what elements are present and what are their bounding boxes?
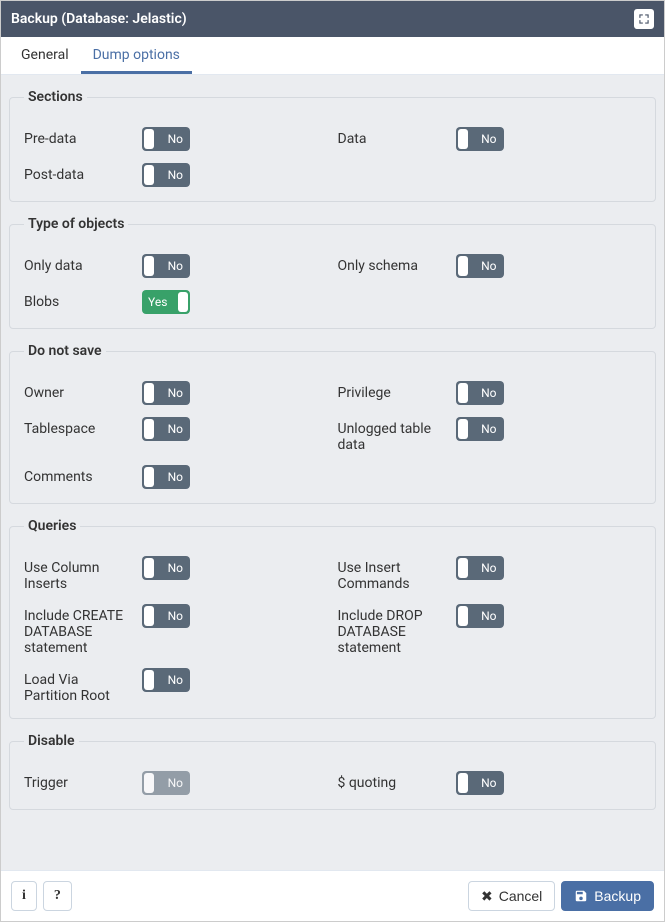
toggle-privilege[interactable]: No: [456, 381, 504, 405]
label-data: Data: [338, 127, 448, 147]
cancel-label: Cancel: [499, 888, 543, 904]
save-icon: [574, 889, 588, 903]
legend-disable: Disable: [24, 733, 79, 749]
label-use-insert-commands: Use Insert Commands: [338, 556, 448, 592]
cancel-button[interactable]: ✖ Cancel: [468, 881, 555, 911]
label-unlogged: Unlogged table data: [338, 417, 448, 453]
toggle-post-data[interactable]: No: [142, 163, 190, 187]
toggle-owner[interactable]: No: [142, 381, 190, 405]
dialog-footer: i ? ✖ Cancel Backup: [1, 870, 664, 921]
toggle-trigger: No: [142, 771, 190, 795]
info-button[interactable]: i: [11, 881, 37, 911]
legend-sections: Sections: [24, 89, 87, 105]
maximize-icon[interactable]: [634, 9, 654, 29]
info-icon: i: [22, 888, 26, 904]
group-do-not-save: Do not save Owner No Privilege No Tables…: [9, 343, 656, 504]
tab-dump-options[interactable]: Dump options: [81, 37, 192, 74]
label-pre-data: Pre-data: [24, 127, 134, 147]
dialog-title: Backup (Database: Jelastic): [11, 11, 634, 27]
label-blobs: Blobs: [24, 290, 134, 310]
label-tablespace: Tablespace: [24, 417, 134, 437]
backup-dialog: Backup (Database: Jelastic) General Dump…: [0, 0, 665, 922]
label-include-drop: Include DROP DATABASE statement: [338, 604, 448, 656]
group-sections: Sections Pre-data No Data No Post-data N…: [9, 89, 656, 202]
toggle-use-column-inserts[interactable]: No: [142, 556, 190, 580]
legend-queries: Queries: [24, 518, 80, 534]
label-use-column-inserts: Use Column Inserts: [24, 556, 134, 592]
toggle-only-data[interactable]: No: [142, 254, 190, 278]
legend-do-not-save: Do not save: [24, 343, 106, 359]
toggle-use-insert-commands[interactable]: No: [456, 556, 504, 580]
help-button[interactable]: ?: [43, 881, 72, 911]
toggle-data[interactable]: No: [456, 127, 504, 151]
label-include-create: Include CREATE DATABASE statement: [24, 604, 134, 656]
toggle-unlogged[interactable]: No: [456, 417, 504, 441]
toggle-pre-data[interactable]: No: [142, 127, 190, 151]
dialog-header: Backup (Database: Jelastic): [1, 1, 664, 37]
label-post-data: Post-data: [24, 163, 134, 183]
close-icon: ✖: [481, 889, 493, 903]
toggle-include-drop[interactable]: No: [456, 604, 504, 628]
help-icon: ?: [54, 888, 61, 904]
toggle-tablespace[interactable]: No: [142, 417, 190, 441]
group-queries: Queries Use Column Inserts No Use Insert…: [9, 518, 656, 719]
toggle-load-via-partition-root[interactable]: No: [142, 668, 190, 692]
toggle-only-schema[interactable]: No: [456, 254, 504, 278]
backup-label: Backup: [594, 888, 641, 904]
toggle-blobs[interactable]: Yes: [142, 290, 190, 314]
toggle-include-create[interactable]: No: [142, 604, 190, 628]
group-disable: Disable Trigger No $ quoting No: [9, 733, 656, 810]
label-privilege: Privilege: [338, 381, 448, 401]
legend-type-of-objects: Type of objects: [24, 216, 128, 232]
group-type-of-objects: Type of objects Only data No Only schema…: [9, 216, 656, 329]
label-dollar-quoting: $ quoting: [338, 771, 448, 791]
dialog-content[interactable]: Sections Pre-data No Data No Post-data N…: [1, 75, 664, 870]
toggle-dollar-quoting[interactable]: No: [456, 771, 504, 795]
label-owner: Owner: [24, 381, 134, 401]
toggle-comments[interactable]: No: [142, 465, 190, 489]
label-load-via-partition-root: Load Via Partition Root: [24, 668, 134, 704]
label-trigger: Trigger: [24, 771, 134, 791]
label-only-schema: Only schema: [338, 254, 448, 274]
tab-general[interactable]: General: [9, 37, 81, 74]
label-only-data: Only data: [24, 254, 134, 274]
tab-bar: General Dump options: [1, 37, 664, 75]
label-comments: Comments: [24, 465, 134, 485]
backup-button[interactable]: Backup: [561, 881, 654, 911]
